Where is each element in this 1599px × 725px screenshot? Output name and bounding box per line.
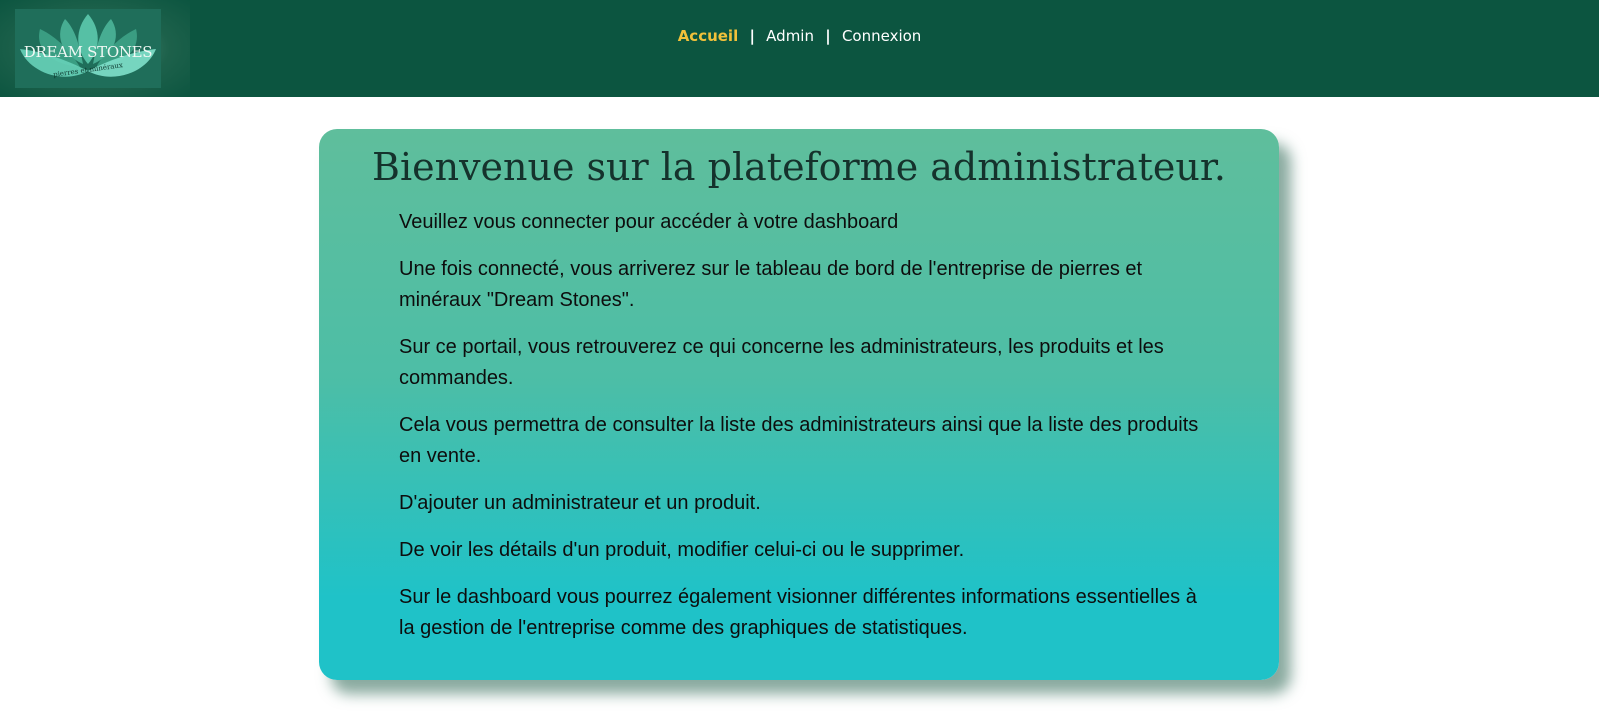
nav-separator: | — [825, 27, 831, 45]
top-navbar: DREAM STONES pierres et minéraux Accueil… — [0, 0, 1599, 97]
dream-stones-logo[interactable]: DREAM STONES pierres et minéraux — [15, 9, 161, 88]
paragraph-login-prompt: Veuillez vous connecter pour accéder à v… — [399, 211, 899, 233]
paragraph-add: D'ajouter un administrateur et un produi… — [399, 492, 761, 514]
paragraph-portal-content: Sur ce portail, vous retrouverez ce qui … — [399, 336, 1164, 389]
nav-link-admin[interactable]: Admin — [766, 27, 814, 45]
main-nav: Accueil | Admin | Connexion — [0, 27, 1599, 45]
nav-link-connexion[interactable]: Connexion — [842, 27, 921, 45]
nav-link-accueil[interactable]: Accueil — [678, 27, 739, 45]
page-title: Bienvenue sur la plateforme administrate… — [372, 145, 1226, 189]
welcome-text: Veuillez vous connecter pour accéder à v… — [399, 207, 1199, 660]
paragraph-lists: Cela vous permettra de consulter la list… — [399, 414, 1199, 467]
paragraph-statistics: Sur le dashboard vous pourrez également … — [399, 586, 1197, 639]
paragraph-product-details: De voir les détails d'un produit, modifi… — [399, 539, 965, 561]
logo-area: DREAM STONES pierres et minéraux — [0, 0, 190, 97]
welcome-card: Bienvenue sur la plateforme administrate… — [319, 129, 1279, 680]
paragraph-dashboard-intro: Une fois connecté, vous arriverez sur le… — [399, 258, 1143, 311]
nav-separator: | — [749, 27, 755, 45]
